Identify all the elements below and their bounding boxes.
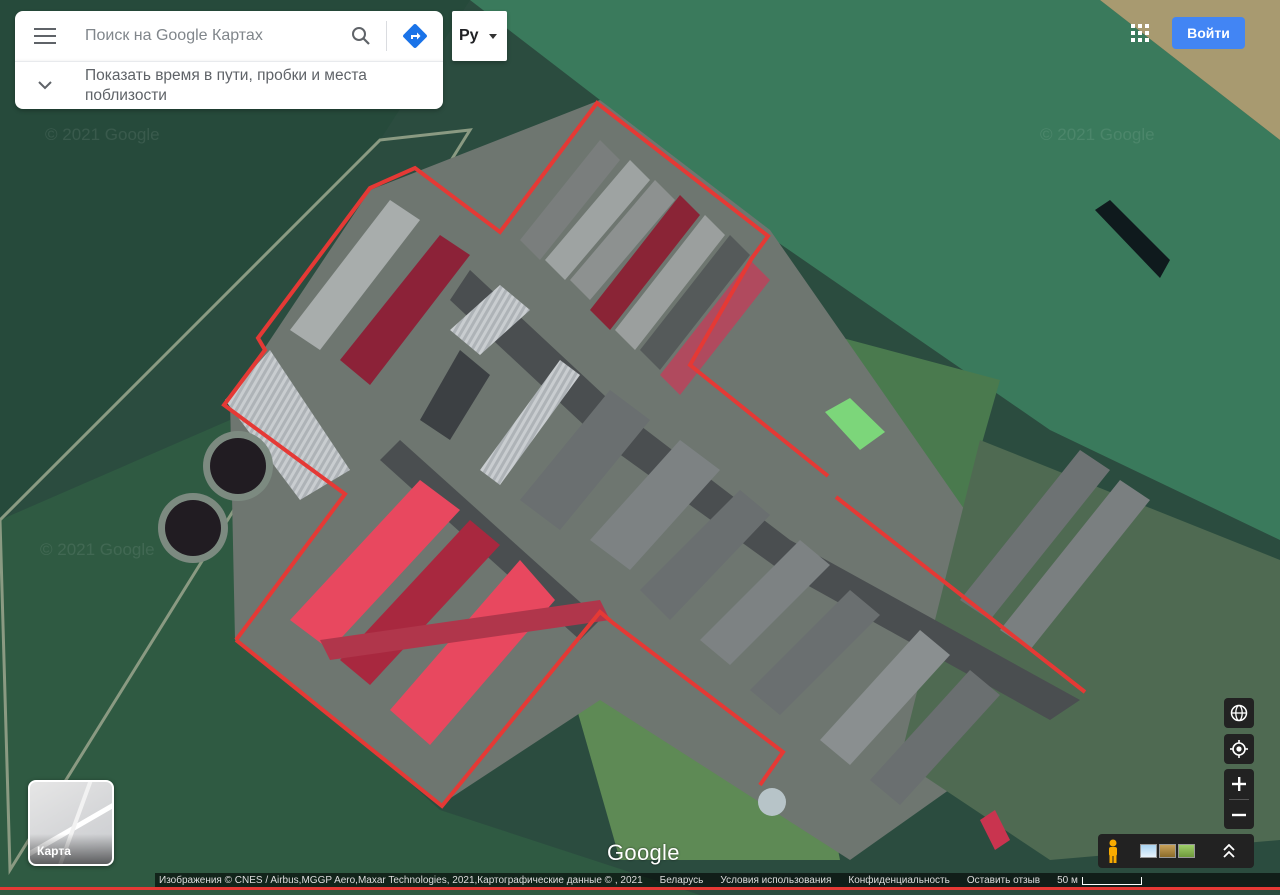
search-button[interactable] [336,11,386,61]
imagery-thumbnail [1159,844,1176,858]
watermark: © 2021 Google [1040,125,1155,144]
zoom-in-icon [1232,777,1246,791]
zoom-out-icon [1232,813,1246,817]
silo [758,788,786,816]
google-logo: Google [607,840,680,865]
login-button[interactable]: Войти [1172,17,1245,49]
globe-icon [1230,704,1248,722]
zoom-controls [1224,769,1254,829]
map-layer-switch[interactable]: Карта [28,780,114,866]
scale-line [1081,876,1142,885]
traffic-toggle-label: Показать время в пути, пробки и места по… [85,66,367,104]
bottom-red-line [0,887,1280,890]
imagery-thumbnail [1178,844,1195,858]
satellite-map[interactable]: © 2021 Google © 2021 Google © 2021 Googl… [0,0,1280,895]
country-link[interactable]: Беларусь [660,875,704,886]
privacy-link[interactable]: Конфиденциальность [848,875,949,886]
imagery-attribution: Изображения © CNES / Airbus,MGGP Aero,Ma… [159,875,643,886]
directions-icon [403,24,427,48]
chevron-down-icon [38,81,52,90]
imagery-thumbnails[interactable] [1140,844,1195,858]
expand-tray-button[interactable] [1217,834,1241,868]
imagery-thumbnail [1140,844,1157,858]
globe-button[interactable] [1224,698,1254,728]
chevron-wrapper [15,81,75,90]
menu-icon [34,28,56,44]
search-input[interactable] [75,11,336,61]
layer-label: Карта [30,834,112,864]
menu-button[interactable] [15,11,75,61]
my-location-button[interactable] [1224,734,1254,764]
watermark: © 2021 Google [45,125,160,144]
directions-button[interactable] [387,11,443,61]
my-location-icon [1230,740,1248,758]
traffic-toggle[interactable]: Показать время в пути, пробки и места по… [15,61,443,109]
search-box [15,11,443,61]
street-view-pegman[interactable] [1098,834,1128,868]
watermark: © 2021 Google [40,540,155,559]
caret-down-icon [488,33,497,39]
zoom-out-button[interactable] [1224,800,1254,830]
attribution-bar: Изображения © CNES / Airbus,MGGP Aero,Ma… [155,873,1280,888]
terms-link[interactable]: Условия использования [720,875,831,886]
bottom-tray [1098,834,1254,868]
apps-button[interactable] [1124,17,1156,49]
language-label: Ру [459,27,479,44]
apps-grid-icon [1131,24,1149,42]
chevron-up-icon [1223,844,1235,858]
pegman-icon [1109,839,1117,863]
language-button[interactable]: Ру [452,11,507,61]
scale-label: 50 м [1057,875,1078,886]
feedback-link[interactable]: Оставить отзыв [967,875,1040,886]
search-icon [352,27,370,45]
scale-bar[interactable]: 50 м [1057,875,1142,886]
zoom-in-button[interactable] [1224,769,1254,799]
